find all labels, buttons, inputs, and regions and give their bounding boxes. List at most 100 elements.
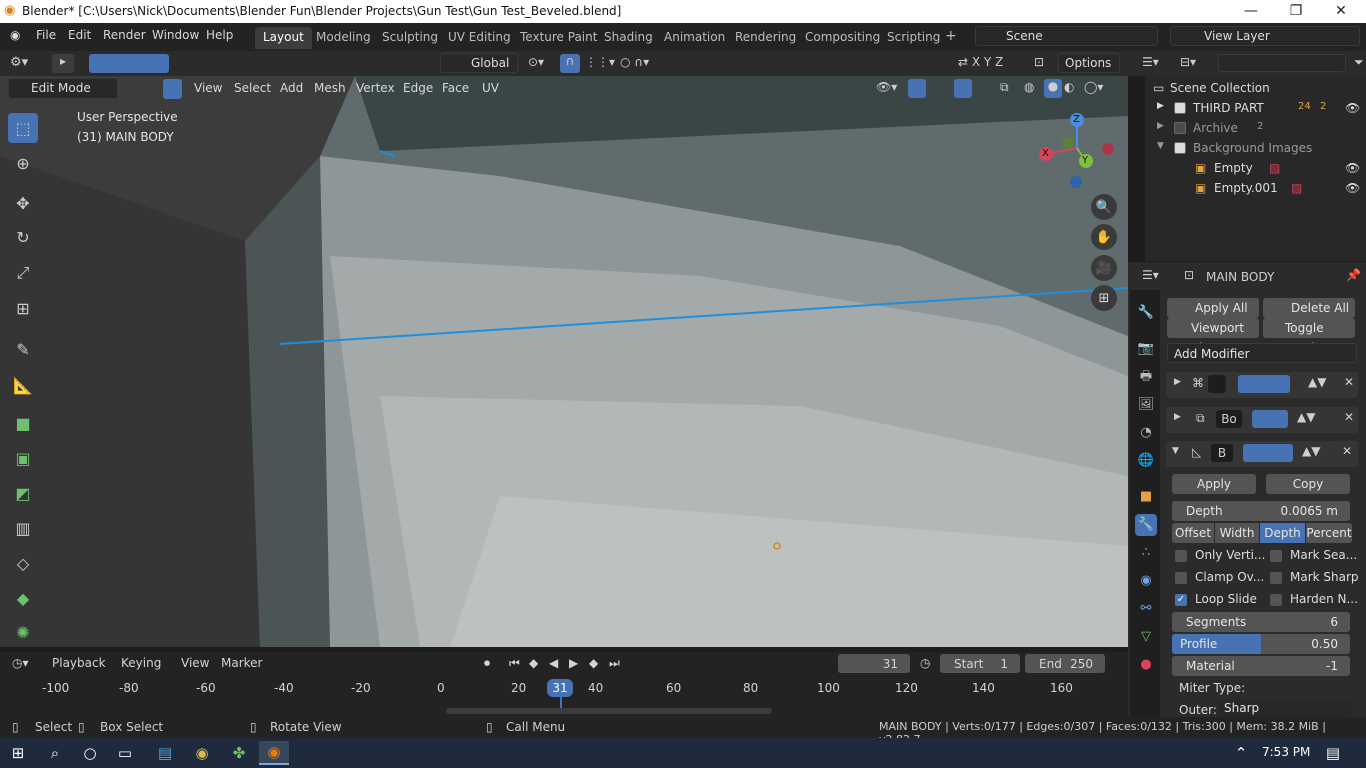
toggle-stack-button[interactable]: Toggle Stack (1263, 318, 1355, 355)
view-menu[interactable]: View (181, 656, 209, 670)
modifier-tab-icon[interactable]: 🔧 (1135, 514, 1157, 536)
material-shading-icon[interactable]: ◐ (1064, 80, 1074, 94)
move-tool-icon[interactable]: ✥ (8, 188, 38, 218)
clock-time[interactable]: 7:53 PM (1262, 745, 1310, 759)
properties-editor-type-icon[interactable]: ☰▾ (1142, 268, 1159, 282)
pivot-point-icon[interactable]: ⊙▾ (528, 55, 544, 69)
rendered-shading-icon[interactable]: ◯▾ (1084, 80, 1103, 94)
zoom-icon[interactable]: 🔍 (1091, 194, 1117, 220)
render-tab-icon[interactable]: 📷 (1135, 338, 1157, 360)
3d-viewport[interactable] (0, 76, 1128, 647)
profile-slider[interactable]: Profile 0.50 (1172, 634, 1350, 654)
viewport-menu-mesh[interactable]: Mesh (314, 81, 346, 95)
data-tab-icon[interactable]: ▽ (1135, 626, 1157, 648)
viewport-menu-vertex[interactable]: Vertex (356, 81, 395, 95)
scene-tab-icon[interactable]: ◔ (1135, 422, 1157, 444)
visibility-icon[interactable]: 👁▾ (876, 80, 897, 94)
loop-cut-tool-icon[interactable]: ▥ (8, 513, 38, 543)
collection-checkbox[interactable] (1174, 122, 1186, 134)
current-frame-field[interactable]: 31 (838, 654, 910, 673)
mirror-axis-buttons[interactable]: ⇄ X Y Z (958, 55, 1003, 69)
remove-modifier-icon[interactable]: ✕ (1344, 375, 1354, 389)
playhead-frame[interactable]: 31 (547, 679, 573, 697)
modifier-panel-2[interactable]: ▶ ⧉ Bo ▲▼ ✕ (1166, 407, 1358, 433)
width-type-depth[interactable]: Depth (1260, 523, 1305, 543)
knife-tool-icon[interactable]: ◇ (8, 548, 38, 578)
ortho-grid-icon[interactable]: ⊞ (1091, 285, 1117, 311)
gizmo-toggle-icon[interactable] (908, 79, 926, 98)
clover-app-icon[interactable]: ✤ (224, 741, 254, 765)
outliner-row-empty-001[interactable]: ▣ Empty.001 ▨ 👁 (1145, 178, 1366, 198)
output-tab-icon[interactable]: 🖶 (1135, 366, 1157, 388)
tool-settings-icon[interactable]: ⚙▾ (10, 55, 28, 70)
keying-menu[interactable]: Keying (121, 656, 161, 670)
particles-tab-icon[interactable]: ∴ (1135, 542, 1157, 564)
checkbox-box[interactable] (1270, 550, 1282, 562)
transform-orientation-dropdown[interactable]: Global (440, 53, 518, 73)
physics-tab-icon[interactable]: ◉ (1135, 570, 1157, 592)
wireframe-shading-icon[interactable]: ◍ (1024, 80, 1034, 94)
depth-field[interactable]: Depth 0.0065 m (1172, 501, 1350, 521)
frame-range-bar[interactable] (446, 708, 772, 714)
auto-merge-icon[interactable]: ⊡ (1034, 55, 1044, 69)
start-frame-field[interactable]: Start 1 (940, 654, 1020, 673)
expand-arrow-icon[interactable]: ▶ (1174, 377, 1181, 387)
playback-menu[interactable]: Playback (52, 656, 106, 670)
end-frame-field[interactable]: End 250 (1025, 654, 1105, 673)
tool-tab-icon[interactable]: 🔧 (1135, 302, 1157, 324)
face-select-mode-icon[interactable] (163, 79, 182, 99)
poly-build-tool-icon[interactable]: ◆ (8, 583, 38, 613)
outliner-row-background-images[interactable]: ▼ Background Images (1145, 138, 1366, 158)
checkbox-box[interactable] (1175, 550, 1187, 562)
delete-all-button[interactable]: Delete All (1263, 298, 1355, 318)
material-field[interactable]: Material -1 (1172, 656, 1350, 676)
menu-render[interactable]: Render (103, 28, 146, 42)
material-tab-icon[interactable]: ● (1135, 654, 1157, 676)
pin-icon[interactable]: 📌 (1346, 268, 1361, 282)
menu-help[interactable]: Help (206, 28, 233, 42)
pan-hand-icon[interactable]: ✋ (1091, 224, 1117, 250)
width-type-percent[interactable]: Percent (1306, 523, 1352, 543)
tab-rendering[interactable]: Rendering (727, 27, 804, 49)
play-icon[interactable]: ▶ (569, 656, 578, 670)
transform-tool-icon[interactable]: ⊞ (8, 293, 38, 323)
move-up-down-icon[interactable]: ▲▼ (1302, 444, 1320, 458)
modifier-name-field[interactable]: Bo (1216, 410, 1242, 428)
extrude-tool-icon[interactable]: ■ (8, 408, 38, 438)
maximize-button[interactable]: ❐ (1273, 0, 1319, 23)
outliner-row-third-part[interactable]: ▶ THIRD PART 24 2 👁 (1145, 98, 1366, 118)
move-up-down-icon[interactable]: ▲▼ (1297, 410, 1315, 424)
snap-icon[interactable]: ∩ (560, 54, 580, 73)
tab-modeling[interactable]: Modeling (308, 27, 379, 49)
task-view-icon[interactable]: ▭ (110, 741, 140, 765)
overlay-toggle-icon[interactable] (954, 79, 972, 98)
outliner-row-scene-collection[interactable]: ▭ Scene Collection (1145, 78, 1366, 98)
visibility-eye-icon[interactable]: 👁 (1345, 181, 1360, 195)
viewport-menu-select[interactable]: Select (234, 81, 271, 95)
menu-edit[interactable]: Edit (68, 28, 91, 42)
tab-texture-paint[interactable]: Texture Paint (512, 27, 605, 49)
visibility-eye-icon[interactable]: 👁 (1345, 161, 1360, 175)
tab-scripting[interactable]: Scripting (879, 27, 948, 49)
cursor-tool-icon[interactable]: ⊕ (8, 148, 38, 178)
expand-arrow-icon[interactable]: ▶ (1157, 101, 1164, 111)
outer-miter-dropdown[interactable]: Sharp (1218, 700, 1352, 717)
checkbox-box[interactable] (1175, 572, 1187, 584)
scale-tool-icon[interactable]: ⤢ (8, 258, 38, 288)
proportional-edit-icon[interactable]: ○ ∩▾ (620, 55, 649, 69)
view-layer-tab-icon[interactable]: 🖼 (1135, 394, 1157, 416)
selection-mode-buttons[interactable] (89, 54, 169, 73)
modifier-name-field[interactable] (1208, 375, 1226, 393)
visibility-eye-icon[interactable]: 👁 (1345, 101, 1360, 115)
modifier-panel-1[interactable]: ▶ ⌘ ▲▼ ✕ (1166, 372, 1358, 398)
next-keyframe-icon[interactable]: ◆ (589, 656, 598, 670)
measure-tool-icon[interactable]: 📐 (8, 370, 38, 400)
width-type-width[interactable]: Width (1215, 523, 1259, 543)
viewport-vis-button[interactable]: Viewport Vis (1167, 318, 1259, 355)
windows-start-icon[interactable]: ⊞ (3, 741, 33, 765)
tab-animation[interactable]: Animation (656, 27, 733, 49)
play-reverse-icon[interactable]: ◀ (549, 656, 558, 670)
inset-tool-icon[interactable]: ▣ (8, 443, 38, 473)
menu-file[interactable]: File (36, 28, 56, 42)
tab-layout[interactable]: Layout (255, 27, 312, 49)
